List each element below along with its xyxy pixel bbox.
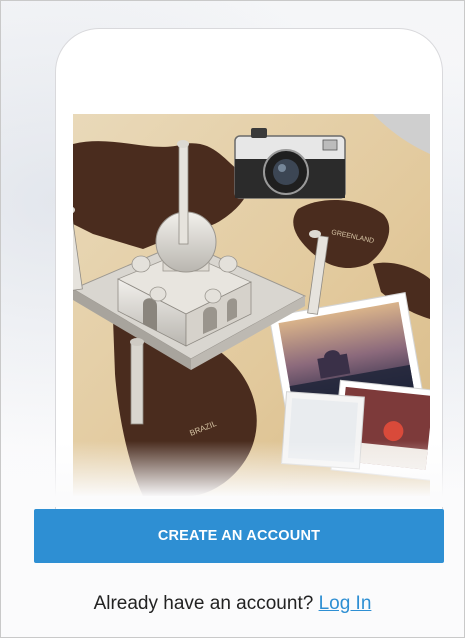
- screen: GREENLAND BRAZIL CREATE AN ACCOUNT Alrea…: [0, 0, 465, 638]
- hero-image: GREENLAND BRAZIL: [73, 114, 430, 496]
- login-prompt-row: Already have an account? Log In: [1, 589, 464, 619]
- create-account-button[interactable]: CREATE AN ACCOUNT: [34, 509, 444, 563]
- hero-fade: [55, 441, 443, 507]
- login-link[interactable]: Log In: [319, 593, 372, 614]
- login-prompt-text: Already have an account?: [93, 593, 314, 614]
- camera-image: [234, 128, 346, 199]
